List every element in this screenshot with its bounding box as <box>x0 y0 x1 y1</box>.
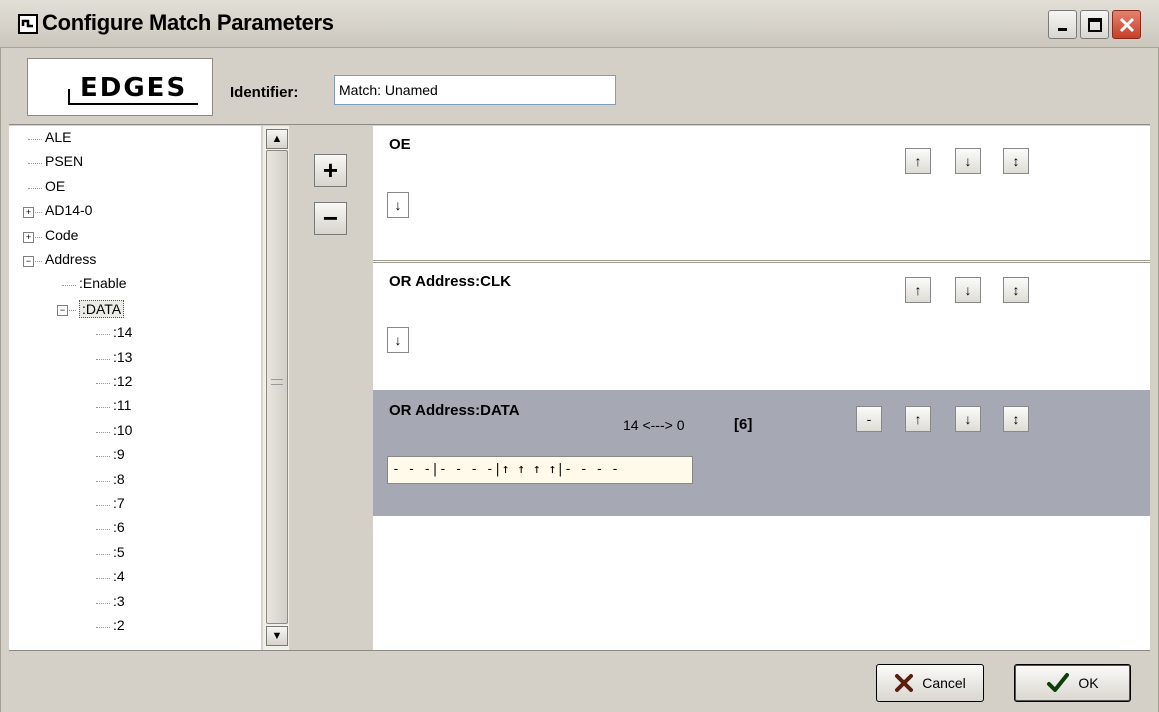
tree-item[interactable]: :9 <box>113 446 125 462</box>
tree-connector <box>96 627 110 628</box>
falling-edge-button[interactable]: ↓ <box>955 406 981 432</box>
tree-connector <box>28 139 42 140</box>
tree-item[interactable]: PSEN <box>45 153 83 169</box>
tree-item[interactable]: :12 <box>113 373 132 389</box>
condition-title: OR Address:DATA <box>389 402 520 419</box>
tree-connector <box>62 285 76 287</box>
signal-tree[interactable]: ALE PSEN OE AD14-0 + Code + Address −:Enable:DAT… <box>9 126 262 650</box>
logo-underline <box>68 103 198 105</box>
cancel-x-icon <box>895 674 914 692</box>
tree-item[interactable]: :Enable <box>79 275 126 291</box>
close-button[interactable] <box>1112 10 1141 39</box>
condition-title: OR Address:CLK <box>389 273 511 290</box>
tree-item[interactable]: :10 <box>113 422 132 438</box>
tree-item[interactable]: :8 <box>113 471 125 487</box>
tree-item[interactable]: AD14-0 <box>45 202 92 218</box>
rising-edge-button[interactable]: ↑ <box>905 148 931 174</box>
ok-label: OK <box>1078 675 1099 691</box>
tree-item[interactable]: :3 <box>113 593 125 609</box>
tree-item[interactable]: Code <box>45 227 78 243</box>
condition-panel-oe[interactable]: OE ↓ ↑ ↓ ↕ <box>373 126 1150 261</box>
condition-panel-clk[interactable]: OR Address:CLK ↓ ↑ ↓ ↕ <box>373 262 1150 391</box>
window-title: Configure Match Parameters <box>42 10 334 35</box>
both-edges-button[interactable]: ↕ <box>1003 148 1029 174</box>
tree-item[interactable]: :DATA <box>79 299 125 318</box>
scroll-up-button[interactable]: ▲ <box>266 129 288 149</box>
tree-connector <box>96 602 110 604</box>
tree-connector <box>96 383 110 384</box>
tree-item[interactable]: :11 <box>113 397 131 413</box>
tree-scrollbar[interactable]: ▲ ▼ <box>262 126 289 650</box>
both-edges-button[interactable]: ↕ <box>1003 406 1029 432</box>
match-count: [6] <box>734 416 753 433</box>
rising-edge-button[interactable]: ↑ <box>905 277 931 303</box>
scroll-thumb[interactable] <box>266 150 288 624</box>
tree-connector <box>96 553 110 555</box>
tree-item[interactable]: :13 <box>113 349 132 365</box>
both-edges-button[interactable]: ↕ <box>1003 277 1029 303</box>
bit-range: 14 <---> 0 <box>623 417 685 433</box>
tree-connector <box>96 407 110 409</box>
edge-selector[interactable]: ↓ <box>387 192 409 218</box>
falling-edge-button[interactable]: ↓ <box>955 148 981 174</box>
conditions-area: OE ↓ ↑ ↓ ↕ OR Address:CLK ↓ ↑ ↓ ↕ OR Add… <box>373 126 1150 650</box>
tree-connector <box>96 456 110 458</box>
add-remove-column: + − <box>289 126 373 650</box>
identifier-input[interactable] <box>334 75 616 105</box>
expand-icon[interactable]: + <box>23 207 34 219</box>
remove-bit-button[interactable]: - <box>856 406 882 432</box>
checkmark-icon <box>1047 673 1070 692</box>
maximize-button[interactable] <box>1080 10 1109 39</box>
identifier-label: Identifier: <box>230 84 299 101</box>
logo: EDGES <box>27 58 213 116</box>
collapse-icon[interactable]: − <box>23 256 34 267</box>
logo-bar <box>68 89 70 105</box>
expand-icon[interactable]: + <box>23 231 34 243</box>
add-condition-button[interactable]: + <box>314 154 347 187</box>
window-frame-right <box>1150 48 1159 712</box>
tree-item[interactable]: :2 <box>113 617 125 633</box>
condition-title: OE <box>389 136 411 153</box>
scroll-down-button[interactable]: ▼ <box>266 626 288 646</box>
tree-item[interactable]: :14 <box>113 324 132 340</box>
tree-connector <box>28 187 42 189</box>
maximize-icon <box>1087 17 1102 32</box>
scroll-grip-icon <box>271 379 283 385</box>
remove-condition-button[interactable]: − <box>314 202 347 235</box>
app-icon <box>18 14 38 34</box>
tree-item[interactable]: ALE <box>45 129 71 145</box>
edge-selector[interactable]: ↓ <box>387 327 409 353</box>
close-icon <box>1119 17 1134 32</box>
falling-edge-button[interactable]: ↓ <box>955 277 981 303</box>
header-panel: EDGES Identifier: <box>9 48 1150 125</box>
tree-item[interactable]: :7 <box>113 495 125 511</box>
title-bar[interactable]: Configure Match Parameters <box>0 0 1159 48</box>
tree-item[interactable]: OE <box>45 178 65 194</box>
rising-edge-button[interactable]: ↑ <box>905 406 931 432</box>
tree-connector <box>96 505 110 506</box>
tree-item[interactable]: :4 <box>113 568 125 584</box>
minimize-button[interactable] <box>1048 10 1077 39</box>
tree-connector <box>96 529 110 531</box>
logo-text: EDGES <box>80 73 188 103</box>
tree-connector <box>96 578 110 580</box>
tree-item[interactable]: Address <box>45 251 96 267</box>
cancel-label: Cancel <box>922 675 966 691</box>
chevron-down-icon: ▼ <box>271 630 283 642</box>
window-frame-left <box>0 48 9 712</box>
bit-pattern-field[interactable]: - - -|- - - -|↑ ↑ ↑ ↑|- - - - <box>387 456 693 484</box>
condition-panel-data[interactable]: OR Address:DATA 14 <---> 0 [6] - ↑ ↓ ↕ <box>373 390 1150 516</box>
cancel-button[interactable]: Cancel <box>876 664 984 702</box>
tree-item[interactable]: :5 <box>113 544 125 560</box>
ok-button[interactable]: OK <box>1014 664 1131 702</box>
tree-connector <box>96 358 110 360</box>
tree-connector <box>96 431 110 433</box>
minimize-icon <box>1057 27 1067 31</box>
tree-connector <box>96 480 110 482</box>
chevron-up-icon: ▲ <box>271 133 283 145</box>
tree-connector <box>28 163 42 165</box>
collapse-icon[interactable]: − <box>57 304 68 316</box>
tree-connector <box>96 334 110 336</box>
tree-item[interactable]: :6 <box>113 519 125 535</box>
